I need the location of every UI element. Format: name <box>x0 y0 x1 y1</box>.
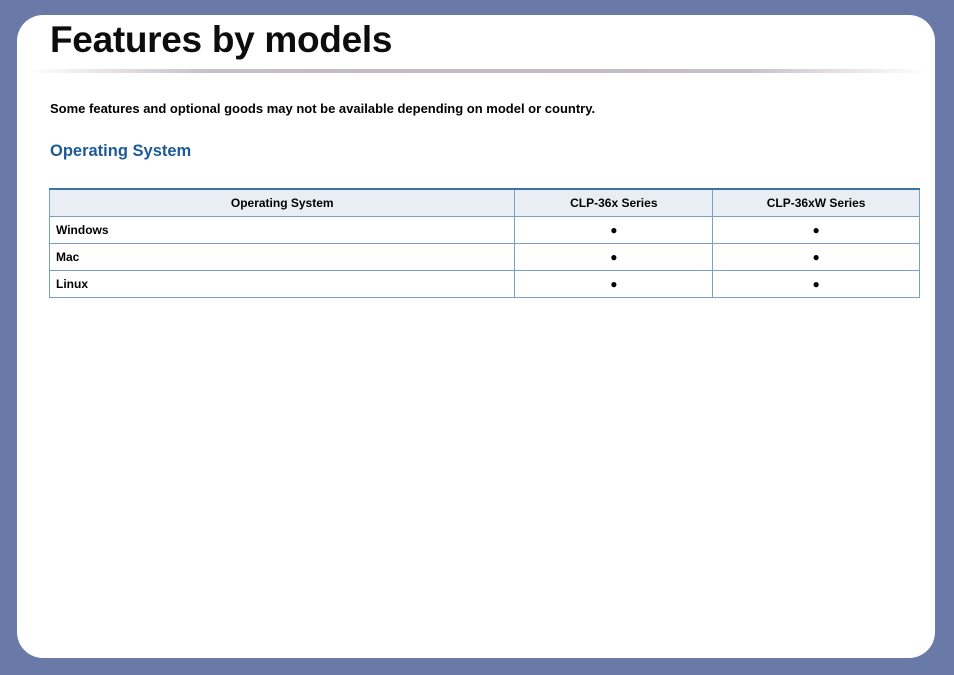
header-clp-36xw-series: CLP-36xW Series <box>712 188 920 217</box>
os-name-cell: Windows <box>48 215 516 244</box>
os-name-cell: Linux <box>48 269 516 298</box>
table-header: Operating System CLP-36x Series CLP-36xW… <box>48 188 920 217</box>
page-title: Features by models <box>50 19 393 60</box>
table-body: Windows ● ● Mac ● ● Linux ● ● <box>48 215 920 298</box>
header-clp-36x-series: CLP-36x Series <box>514 188 714 217</box>
table-row-windows: Windows ● ● <box>48 215 920 244</box>
support-dot-clp-36x: ● <box>514 242 714 271</box>
os-features-table: Operating System CLP-36x Series CLP-36xW… <box>48 188 920 298</box>
section-heading-operating-system: Operating System <box>50 142 192 160</box>
support-dot-clp-36xw: ● <box>712 269 920 298</box>
document-page: Features by models Some features and opt… <box>17 15 935 658</box>
table-row-mac: Mac ● ● <box>48 242 920 271</box>
support-dot-clp-36x: ● <box>514 269 714 298</box>
table-row-linux: Linux ● ● <box>48 269 920 298</box>
support-dot-clp-36x: ● <box>514 215 714 244</box>
header-operating-system: Operating System <box>48 188 516 217</box>
support-dot-clp-36xw: ● <box>712 242 920 271</box>
title-divider <box>27 69 927 73</box>
support-dot-clp-36xw: ● <box>712 215 920 244</box>
availability-note: Some features and optional goods may not… <box>50 101 596 116</box>
table-header-row: Operating System CLP-36x Series CLP-36xW… <box>48 188 920 217</box>
os-name-cell: Mac <box>48 242 516 271</box>
